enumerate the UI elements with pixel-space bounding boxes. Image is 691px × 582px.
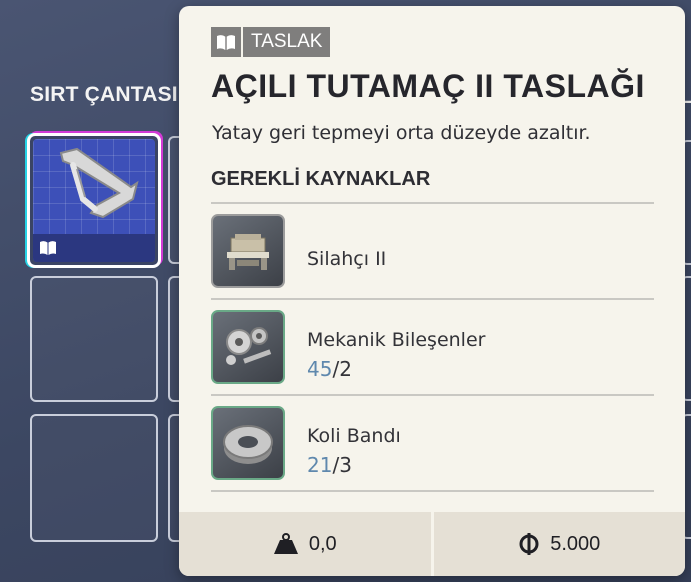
resource-name: Silahçı II	[307, 248, 387, 270]
price-value: 5.000	[550, 532, 601, 555]
item-tooltip: TASLAK AÇILI TUTAMAÇ II TASLAĞI Yatay ge…	[179, 6, 685, 576]
resource-row: Mekanik Bileşenler 45/2	[211, 300, 654, 390]
inventory-slot-empty[interactable]	[30, 276, 158, 402]
item-description: Yatay geri tepmeyi orta düzeyde azaltır.	[212, 122, 591, 144]
resource-row: Koli Bandı 21/3	[211, 396, 654, 486]
resource-count: 21/3	[307, 453, 352, 477]
badge-label: TASLAK	[243, 27, 331, 57]
tooltip-footer: 0,0 5.000	[179, 512, 685, 576]
resource-count: 45/2	[307, 357, 352, 381]
angled-grip-icon	[59, 147, 139, 219]
price-info: 5.000	[430, 512, 686, 576]
required-resources-header: GEREKLİ KAYNAKLAR	[211, 168, 431, 190]
resource-count-owned: 21	[307, 453, 333, 477]
currency-icon	[519, 533, 539, 555]
blueprint-book-icon	[40, 241, 56, 255]
duct-tape-icon	[211, 406, 285, 480]
resource-row: Silahçı II	[211, 204, 654, 294]
divider	[211, 490, 654, 492]
resource-name: Mekanik Bileşenler	[307, 329, 486, 351]
resource-count-required: 3	[339, 453, 352, 477]
angled-grip-blueprint-thumbnail	[33, 139, 155, 262]
resource-count-owned: 45	[307, 357, 333, 381]
mechanical-parts-icon	[211, 310, 285, 384]
book-icon	[211, 27, 241, 57]
inventory-slot-empty[interactable]	[30, 414, 158, 542]
resource-name: Koli Bandı	[307, 425, 401, 447]
item-type-badge: TASLAK	[211, 27, 331, 57]
backpack-title: SIRT ÇANTASI	[30, 83, 178, 106]
weight-info: 0,0	[179, 512, 431, 576]
weight-value: 0,0	[308, 532, 337, 555]
weight-icon	[273, 533, 298, 554]
item-title: AÇILI TUTAMAÇ II TASLAĞI	[211, 68, 645, 104]
workbench-icon	[211, 214, 285, 288]
resource-count-required: 2	[339, 357, 352, 381]
inventory-slot-selected[interactable]	[27, 133, 161, 268]
